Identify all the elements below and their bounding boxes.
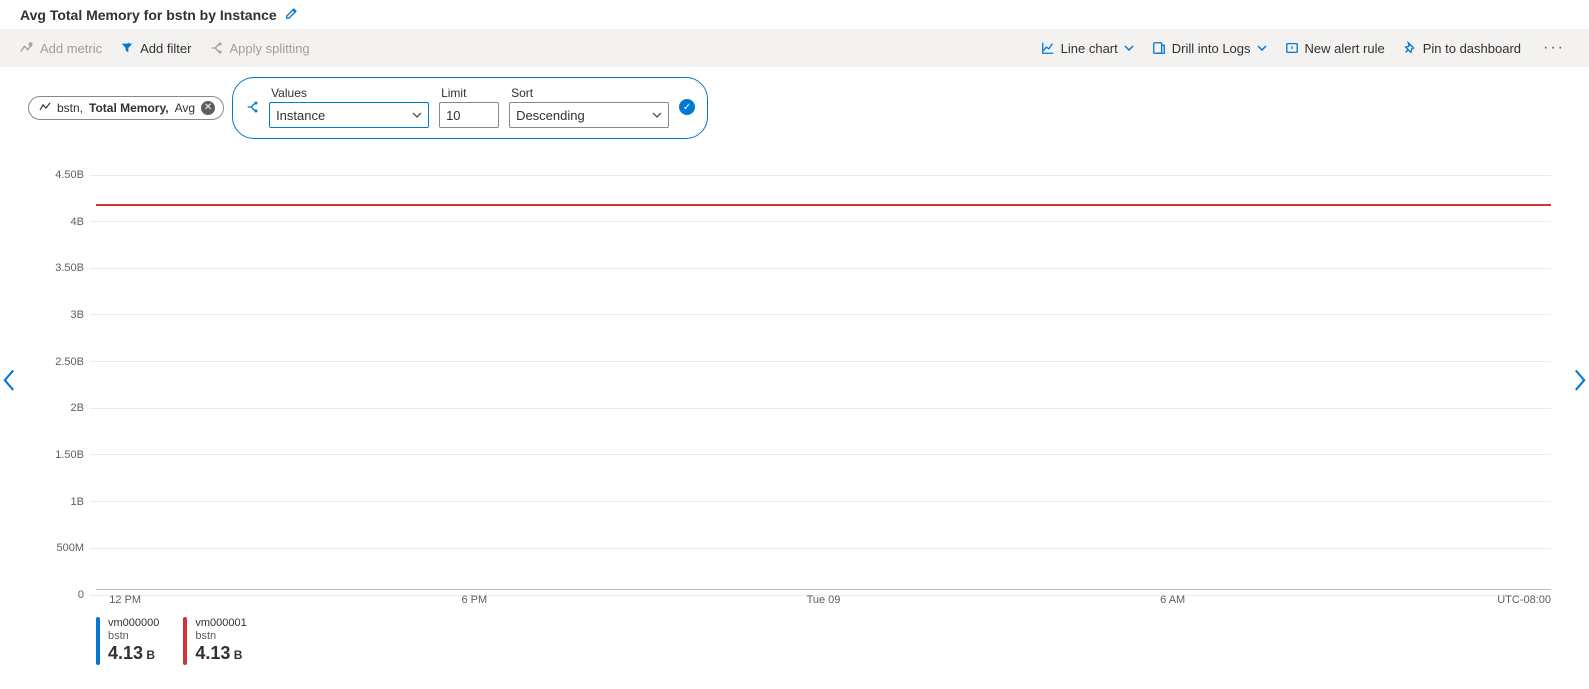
page-title: Avg Total Memory for bstn by Instance	[20, 7, 277, 23]
chevron-down-icon	[412, 110, 422, 120]
metric-pill-agg: Avg	[175, 101, 195, 115]
legend-resource-name: bstn	[108, 630, 159, 643]
y-tick-label: 4.50B	[50, 169, 90, 181]
sort-field: Sort Descending	[509, 86, 669, 128]
pin-icon	[1403, 41, 1417, 55]
x-tick-label: 12 PM	[109, 594, 141, 606]
values-value: Instance	[276, 108, 325, 123]
metric-series-icon	[39, 101, 51, 115]
legend-color-bar	[96, 617, 100, 665]
prev-period-button[interactable]	[2, 369, 16, 389]
series-line	[96, 204, 1551, 206]
y-tick-label: 2B	[50, 402, 90, 414]
limit-label: Limit	[439, 86, 499, 100]
limit-value: 10	[446, 108, 460, 123]
add-filter-label: Add filter	[140, 41, 191, 56]
sort-value: Descending	[516, 108, 585, 123]
chart-plot[interactable]: 4.50B4B3.50B3B2.50B2B1.50B1B500M0	[50, 169, 1551, 589]
splitting-editor: Values Instance Limit 10 Sort Descending…	[232, 77, 708, 139]
legend-item[interactable]: vm000000bstn4.13 B	[96, 617, 159, 665]
chart-type-dropdown[interactable]: Line chart	[1041, 41, 1134, 56]
chevron-down-icon	[1257, 43, 1267, 53]
new-alert-label: New alert rule	[1305, 41, 1385, 56]
legend-resource-name: bstn	[195, 630, 246, 643]
chevron-down-icon	[1124, 43, 1134, 53]
legend-series-name: vm000001	[195, 617, 246, 630]
x-tick-label: Tue 09	[807, 594, 841, 606]
pin-button[interactable]: Pin to dashboard	[1403, 41, 1521, 56]
x-axis: UTC-08:00 12 PM 6 PM Tue 09 6 AM	[96, 589, 1551, 609]
chart-type-label: Line chart	[1061, 41, 1118, 56]
legend-value: 4.13 B	[108, 643, 159, 665]
y-tick-label: 3.50B	[50, 262, 90, 274]
legend: vm000000bstn4.13 Bvm000001bstn4.13 B	[96, 617, 1551, 665]
y-tick: 1B	[50, 496, 1551, 508]
legend-series-name: vm000000	[108, 617, 159, 630]
metric-pill-resource: bstn,	[57, 101, 83, 115]
drill-into-logs-dropdown[interactable]: Drill into Logs	[1152, 41, 1267, 56]
gridline	[90, 361, 1551, 362]
line-chart-icon	[1041, 41, 1055, 55]
gridline	[90, 221, 1551, 222]
remove-metric-icon[interactable]: ✕	[201, 101, 215, 115]
y-tick: 2B	[50, 402, 1551, 414]
chevron-down-icon	[652, 110, 662, 120]
drill-into-logs-label: Drill into Logs	[1172, 41, 1251, 56]
y-tick: 1.50B	[50, 449, 1551, 461]
values-field: Values Instance	[269, 86, 429, 128]
add-metric-icon	[20, 41, 34, 55]
legend-color-bar	[183, 617, 187, 665]
y-tick: 500M	[50, 542, 1551, 554]
metric-pill-metric: Total Memory,	[89, 101, 169, 115]
y-tick: 3B	[50, 309, 1551, 321]
x-tick-label: 6 PM	[461, 594, 487, 606]
legend-item[interactable]: vm000001bstn4.13 B	[183, 617, 246, 665]
alert-icon	[1285, 41, 1299, 55]
next-period-button[interactable]	[1573, 369, 1587, 389]
metric-pill[interactable]: bstn, Total Memory, Avg ✕	[28, 96, 224, 120]
more-menu[interactable]: ···	[1539, 39, 1569, 57]
y-tick: 3.50B	[50, 262, 1551, 274]
values-select[interactable]: Instance	[269, 102, 429, 128]
legend-value: 4.13 B	[195, 643, 246, 665]
add-metric-button[interactable]: Add metric	[20, 41, 102, 56]
y-tick-label: 2.50B	[50, 356, 90, 368]
gridline	[90, 268, 1551, 269]
edit-icon[interactable]	[285, 6, 299, 23]
new-alert-button[interactable]: New alert rule	[1285, 41, 1385, 56]
add-metric-label: Add metric	[40, 41, 102, 56]
values-label: Values	[269, 86, 429, 100]
gridline	[90, 175, 1551, 176]
gridline	[90, 501, 1551, 502]
y-tick: 4.50B	[50, 169, 1551, 181]
limit-field: Limit 10	[439, 86, 499, 128]
logs-icon	[1152, 41, 1166, 55]
x-tick-label: 6 AM	[1160, 594, 1185, 606]
y-tick-label: 3B	[50, 309, 90, 321]
y-tick-label: 1.50B	[50, 449, 90, 461]
limit-input[interactable]: 10	[439, 102, 499, 128]
y-tick: 4B	[50, 216, 1551, 228]
sort-label: Sort	[509, 86, 669, 100]
filter-icon	[120, 41, 134, 55]
gridline	[90, 548, 1551, 549]
split-icon	[245, 100, 259, 114]
y-tick-label: 0	[50, 589, 90, 601]
timezone-label: UTC-08:00	[1497, 594, 1551, 606]
y-tick-label: 4B	[50, 216, 90, 228]
pin-label: Pin to dashboard	[1423, 41, 1521, 56]
y-tick: 2.50B	[50, 356, 1551, 368]
y-tick-label: 1B	[50, 496, 90, 508]
split-icon	[209, 41, 223, 55]
gridline	[90, 454, 1551, 455]
chart-toolbar: Add metric Add filter Apply splitting Li…	[0, 29, 1589, 67]
gridline	[90, 408, 1551, 409]
apply-splitting-label: Apply splitting	[229, 41, 309, 56]
add-filter-button[interactable]: Add filter	[120, 41, 191, 56]
apply-splitting-button[interactable]: Apply splitting	[209, 41, 309, 56]
apply-split-button[interactable]: ✓	[679, 99, 695, 115]
y-tick-label: 500M	[50, 542, 90, 554]
gridline	[90, 314, 1551, 315]
sort-select[interactable]: Descending	[509, 102, 669, 128]
